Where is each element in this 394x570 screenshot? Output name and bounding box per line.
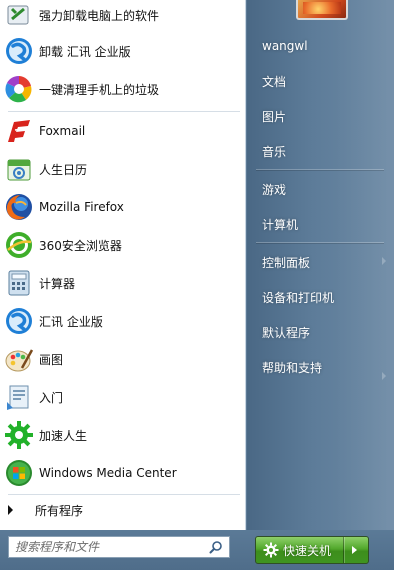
program-label: 汇讯 企业版: [39, 314, 103, 329]
place-computer[interactable]: 计算机: [262, 216, 298, 233]
program-label: 卸载 汇讯 企业版: [39, 44, 131, 59]
program-item-huixun[interactable]: 汇讯 企业版: [0, 303, 245, 339]
pinned-separator: [8, 111, 240, 112]
paint-icon: [3, 343, 35, 375]
submenu-arrow-icon: [382, 257, 386, 265]
program-label: 人生日历: [39, 162, 88, 177]
glass-highlight: [334, 0, 394, 530]
gear-icon: [263, 542, 279, 558]
shutdown-options-arrow-icon[interactable]: [352, 546, 357, 554]
program-label: 计算器: [39, 276, 76, 291]
search-input[interactable]: [15, 538, 205, 556]
all-programs-label: 所有程序: [35, 503, 84, 518]
program-label: 加速人生: [39, 428, 88, 443]
place-control-panel[interactable]: 控制面板: [262, 254, 310, 271]
place-documents[interactable]: 文档: [262, 73, 286, 90]
program-item-phone-cleaner[interactable]: 一键清理手机上的垃圾: [0, 71, 245, 107]
360-browser-icon: [3, 229, 35, 261]
program-label: 360安全浏览器: [39, 238, 122, 253]
foxmail-icon: [3, 115, 35, 147]
program-item-getting-started[interactable]: 入门: [0, 379, 245, 415]
places-separator: [256, 169, 384, 170]
search-icon[interactable]: [209, 540, 223, 554]
program-item-uninstall-tool[interactable]: 强力卸载电脑上的软件: [0, 0, 245, 33]
program-item-paint[interactable]: 画图: [0, 341, 245, 377]
places-separator: [256, 242, 384, 243]
media-center-icon: [3, 457, 35, 489]
accelerate-gear-icon: [3, 419, 35, 451]
phone-cleaner-icon: [3, 73, 35, 105]
program-label: 画图: [39, 352, 64, 367]
program-item-360-browser[interactable]: 360安全浏览器: [0, 227, 245, 263]
place-devices-printers[interactable]: 设备和打印机: [262, 289, 334, 306]
place-games[interactable]: 游戏: [262, 181, 286, 198]
program-label: Mozilla Firefox: [39, 200, 124, 214]
place-pictures[interactable]: 图片: [262, 108, 286, 125]
huixun-icon: [3, 305, 35, 337]
arrow-right-icon: [8, 505, 13, 515]
program-label: 入门: [39, 390, 64, 405]
program-item-media-center[interactable]: Windows Media Center: [0, 455, 245, 491]
all-programs-button[interactable]: 所有程序: [0, 496, 245, 524]
program-item-calculator[interactable]: 计算器: [0, 265, 245, 301]
programs-pane: 强力卸载电脑上的软件 卸载 汇讯 企业版 一键清理手机上的垃圾 Foxmail …: [0, 0, 246, 530]
program-label: 一键清理手机上的垃圾: [39, 82, 160, 97]
calculator-icon: [3, 267, 35, 299]
shutdown-button[interactable]: 快速关机: [255, 536, 369, 564]
program-label: Windows Media Center: [39, 466, 177, 480]
place-help-support[interactable]: 帮助和支持: [262, 359, 322, 376]
program-item-calendar[interactable]: 人生日历: [0, 151, 245, 187]
program-label: 强力卸载电脑上的软件: [39, 8, 160, 23]
shutdown-label: 快速关机: [283, 543, 332, 558]
program-item-foxmail[interactable]: Foxmail: [0, 113, 245, 149]
firefox-icon: [3, 191, 35, 223]
all-programs-separator: [8, 494, 240, 495]
program-item-huixun-uninstall[interactable]: 卸载 汇讯 企业版: [0, 33, 245, 69]
getting-started-icon: [3, 381, 35, 413]
calendar-icon: [3, 153, 35, 185]
submenu-arrow-icon: [382, 372, 386, 380]
uninstall-tool-icon: [3, 0, 35, 31]
place-default-programs[interactable]: 默认程序: [262, 324, 310, 341]
program-item-firefox[interactable]: Mozilla Firefox: [0, 189, 245, 225]
user-picture[interactable]: [296, 0, 348, 20]
place-music[interactable]: 音乐: [262, 143, 286, 160]
user-picture-image: [303, 2, 341, 14]
huixun-uninstall-icon: [3, 35, 35, 67]
place-user-folder[interactable]: wangwl: [262, 39, 308, 53]
program-item-accelerate[interactable]: 加速人生: [0, 417, 245, 453]
shutdown-divider: [343, 537, 344, 563]
search-box[interactable]: [8, 536, 230, 558]
program-label: Foxmail: [39, 124, 86, 138]
